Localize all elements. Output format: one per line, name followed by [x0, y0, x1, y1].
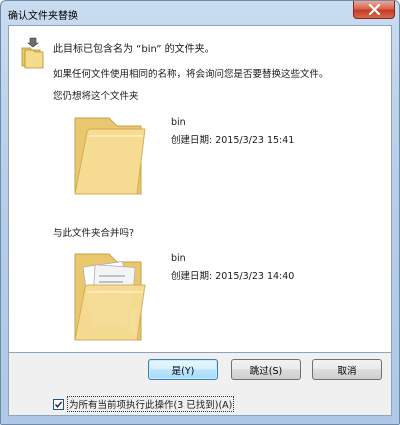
target-folder-created: 创建日期: 2015/3/23 14:40 [171, 271, 295, 282]
apply-all-checkbox[interactable] [53, 398, 64, 410]
cancel-button[interactable]: 取消 [312, 359, 382, 380]
cancel-button-label: 取消 [337, 365, 357, 377]
title-bar[interactable]: 确认文件夹替换 [1, 1, 399, 25]
close-icon [368, 4, 381, 15]
source-folder-name: bin [171, 117, 186, 128]
target-folder-icon[interactable] [69, 248, 149, 348]
skip-button-label: 跳过(S) [249, 365, 283, 377]
dialog-content: 此目标已包含名为 “bin” 的文件夹。 如果任何文件使用相同的名称，将会询问您… [8, 25, 392, 353]
merge-prompt: 与此文件夹合并吗? [53, 228, 135, 239]
detail-message: 如果任何文件使用相同的名称，将会询问您是否要替换这些文件。 [53, 69, 329, 80]
apply-all-label[interactable]: 为所有当前项执行此操作(3 已找到)(A) [67, 396, 235, 412]
source-folder-icon[interactable] [69, 112, 149, 202]
window-title: 确认文件夹替换 [8, 11, 78, 22]
replace-prompt: 您仍想将这个文件夹 [53, 91, 139, 102]
skip-button[interactable]: 跳过(S) [231, 359, 301, 380]
apply-all-option[interactable]: 为所有当前项执行此操作(3 已找到)(A) [53, 396, 235, 412]
dialog-footer: 是(Y) 跳过(S) 取消 为所有当前项执行此操作(3 已找到)(A) [8, 353, 392, 416]
confirm-folder-replace-dialog: 确认文件夹替换 此目标已包含名为 “bin” 的文件夹。 如果任何文件使用相同的… [0, 0, 400, 425]
main-message: 此目标已包含名为 “bin” 的文件夹。 [53, 44, 215, 55]
yes-button[interactable]: 是(Y) [148, 359, 218, 380]
warning-folder-icon [21, 37, 44, 69]
target-folder-name: bin [171, 253, 186, 264]
close-button[interactable] [353, 1, 395, 19]
source-folder-created: 创建日期: 2015/3/23 15:41 [171, 135, 295, 146]
checkmark-icon [54, 400, 63, 408]
yes-button-label: 是(Y) [171, 365, 195, 377]
